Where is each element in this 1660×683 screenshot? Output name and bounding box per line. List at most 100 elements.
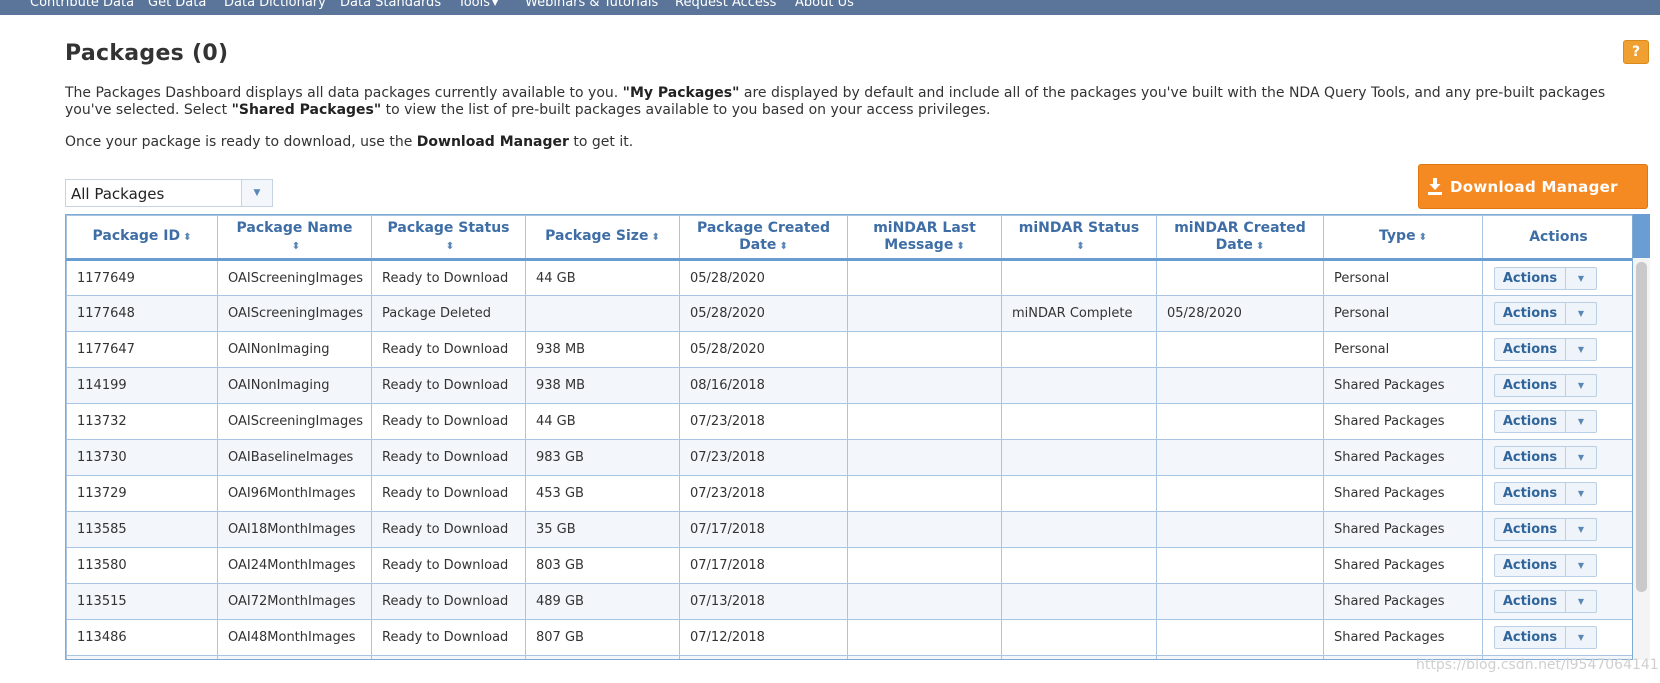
- column-header-type[interactable]: Type ⬍: [1323, 215, 1483, 261]
- actions-button[interactable]: Actions: [1494, 518, 1566, 541]
- actions-button[interactable]: Actions: [1494, 410, 1566, 433]
- actions-dropdown-toggle[interactable]: ▼: [1566, 626, 1597, 649]
- cell-actions: Actions ▼: [1482, 547, 1632, 584]
- column-header-mindar-last-message[interactable]: miNDAR Last Message ⬍: [847, 215, 1002, 261]
- actions-dropdown-toggle[interactable]: ▼: [1566, 590, 1597, 613]
- table-row[interactable]: 113580 OAI24MonthImages Ready to Download 8…: [66, 547, 1632, 584]
- nav-tools[interactable]: Tools ▼: [458, 0, 498, 10]
- table-row[interactable]: 113730 OAIBaselineImages Ready to Download…: [66, 439, 1632, 476]
- scrollbar-header-cap: [1633, 214, 1650, 258]
- cell-package-status: Ready to Download: [371, 619, 526, 656]
- note-text-2: to get it.: [573, 134, 634, 150]
- sort-icon: ⬍: [779, 240, 788, 252]
- actions-button[interactable]: Actions: [1494, 302, 1566, 325]
- cell-package-name: OAINonImaging: [217, 331, 372, 368]
- table-row[interactable]: 113486 OAI48MonthImages Ready to Download 8…: [66, 619, 1632, 656]
- column-header-mindar-status[interactable]: miNDAR Status ⬍: [1001, 215, 1157, 261]
- column-header-label: miNDAR Created Date: [1174, 219, 1306, 253]
- note-text-1: Once your package is ready to download, …: [65, 134, 413, 150]
- package-filter-select[interactable]: All Packages ▼: [65, 179, 273, 207]
- cell-package-created-date: 08/16/2018: [679, 367, 848, 404]
- cell-package-created-date: 05/28/2020: [679, 295, 848, 332]
- column-header-package-size[interactable]: Package Size ⬍: [525, 215, 680, 261]
- actions-button[interactable]: Actions: [1494, 482, 1566, 505]
- table-header-row: Package ID ⬍ Package Name ⬍ Package Status…: [66, 215, 1632, 261]
- table-row[interactable]: 1177648 OAIScreeningImages Package Deleted…: [66, 295, 1632, 332]
- table-row[interactable]: 1177649 OAIScreeningImages Ready to Downlo…: [66, 259, 1632, 296]
- table-row[interactable]: 113729 OAI96MonthImages Ready to Download 4…: [66, 475, 1632, 512]
- actions-button[interactable]: Actions: [1494, 338, 1566, 361]
- actions-button[interactable]: Actions: [1494, 626, 1566, 649]
- column-header-package-id[interactable]: Package ID ⬍: [66, 215, 218, 261]
- nav-data-dictionary[interactable]: Data Dictionary: [224, 0, 326, 10]
- nav-request-access[interactable]: Request Access: [675, 0, 776, 10]
- help-button[interactable]: ?: [1623, 40, 1649, 64]
- cell-mindar-status: miNDAR Complete: [1001, 295, 1157, 332]
- actions-dropdown-toggle[interactable]: ▼: [1566, 518, 1597, 541]
- packages-table: Package ID ⬍ Package Name ⬍ Package Status…: [65, 214, 1633, 660]
- actions-dropdown-toggle[interactable]: ▼: [1566, 554, 1597, 577]
- cell-package-created-date: 07/23/2018: [679, 475, 848, 512]
- nav-data-standards[interactable]: Data Standards: [340, 0, 441, 10]
- table-row[interactable]: 113732 OAIScreeningImages Ready to Downloa…: [66, 403, 1632, 440]
- cell-package-created-date: 07/12/2018: [679, 619, 848, 656]
- nav-about-us[interactable]: About Us: [795, 0, 854, 10]
- cell-mindar-created-date: [1156, 547, 1324, 584]
- column-header-mindar-created-date[interactable]: miNDAR Created Date ⬍: [1156, 215, 1324, 261]
- table-scrollbar[interactable]: [1633, 214, 1650, 660]
- actions-dropdown-toggle[interactable]: ▼: [1566, 338, 1597, 361]
- column-header-label: Actions: [1529, 228, 1588, 245]
- cell-package-created-date: 07/23/2018: [679, 439, 848, 476]
- cell-mindar-created-date: [1156, 331, 1324, 368]
- table-row[interactable]: [66, 655, 1632, 659]
- actions-dropdown-toggle[interactable]: ▼: [1566, 410, 1597, 433]
- table-row[interactable]: 113585 OAI18MonthImages Ready to Download 3…: [66, 511, 1632, 548]
- actions-button[interactable]: Actions: [1494, 374, 1566, 397]
- actions-dropdown-toggle[interactable]: ▼: [1566, 302, 1597, 325]
- caret-down-icon: ▼: [1577, 381, 1585, 390]
- cell-type: Shared Packages: [1323, 619, 1483, 656]
- actions-button[interactable]: Actions: [1494, 266, 1566, 290]
- chevron-down-icon[interactable]: ▼: [241, 180, 272, 206]
- cell-mindar-last-message: [847, 439, 1002, 476]
- cell-type: Shared Packages: [1323, 439, 1483, 476]
- cell-package-name: OAI72MonthImages: [217, 583, 372, 620]
- column-header-label: Package Status: [387, 219, 510, 236]
- table-row[interactable]: 113515 OAI72MonthImages Ready to Download 4…: [66, 583, 1632, 620]
- cell-package-name: OAIScreeningImages: [217, 295, 372, 332]
- actions-button[interactable]: Actions: [1494, 554, 1566, 577]
- column-header-package-created-date[interactable]: Package Created Date ⬍: [679, 215, 848, 261]
- nav-webinars-tutorials[interactable]: Webinars & Tutorials: [525, 0, 658, 10]
- nav-get-data[interactable]: Get Data: [148, 0, 206, 10]
- cell-package-created-date: 07/17/2018: [679, 547, 848, 584]
- actions-dropdown-toggle[interactable]: ▼: [1566, 482, 1597, 505]
- sort-icon: ⬍: [1418, 232, 1427, 243]
- actions-button[interactable]: Actions: [1494, 446, 1566, 469]
- download-manager-button[interactable]: Download Manager: [1418, 164, 1648, 209]
- cell-type: Shared Packages: [1323, 475, 1483, 512]
- actions-dropdown-toggle[interactable]: ▼: [1566, 374, 1597, 397]
- cell-package-size: [525, 295, 680, 332]
- cell-package-status: Ready to Download: [371, 511, 526, 548]
- cell-package-id: 113732: [66, 403, 218, 440]
- actions-dropdown-toggle[interactable]: ▼: [1566, 446, 1597, 469]
- table-row[interactable]: 114199 OAINonImaging Ready to Download 938 …: [66, 367, 1632, 404]
- actions-dropdown-toggle[interactable]: ▼: [1566, 266, 1597, 290]
- nav-contribute-data[interactable]: Contribute Data: [30, 0, 134, 10]
- sort-icon: ⬍: [651, 232, 660, 243]
- cell-package-size: 983 GB: [525, 439, 680, 476]
- cell-type: Personal: [1323, 331, 1483, 368]
- cell-package-status: Ready to Download: [371, 259, 526, 296]
- column-header-package-status[interactable]: Package Status ⬍: [371, 215, 526, 261]
- cell-package-id: [66, 655, 218, 659]
- intro-text-1: The Packages Dashboard displays all data…: [65, 85, 619, 101]
- cell-mindar-created-date: [1156, 403, 1324, 440]
- intro-my-packages: "My Packages": [622, 85, 740, 101]
- column-header-package-name[interactable]: Package Name ⬍: [217, 215, 372, 261]
- actions-button[interactable]: Actions: [1494, 590, 1566, 613]
- cell-actions: Actions ▼: [1482, 403, 1632, 440]
- table-row[interactable]: 1177647 OAINonImaging Ready to Download 938…: [66, 331, 1632, 368]
- cell-package-size: 803 GB: [525, 547, 680, 584]
- column-header-label: Package ID: [92, 228, 181, 244]
- scrollbar-thumb[interactable]: [1636, 262, 1647, 592]
